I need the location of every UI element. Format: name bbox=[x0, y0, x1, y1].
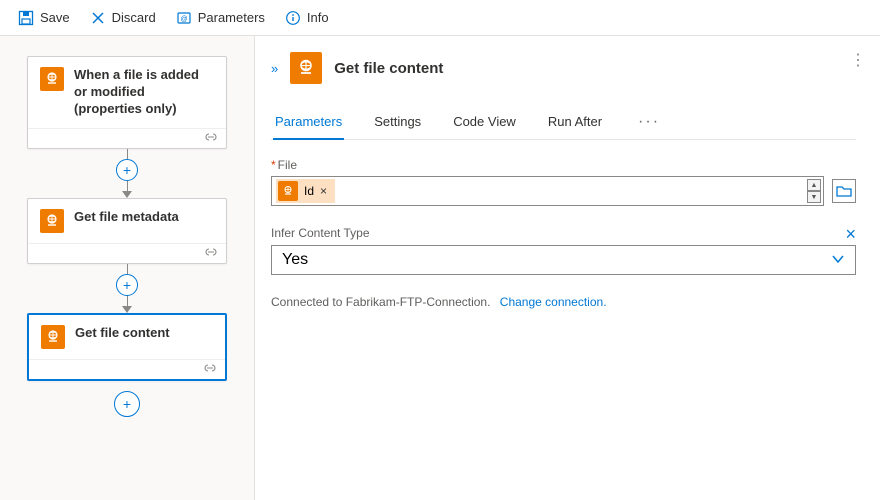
select-value: Yes bbox=[282, 251, 308, 269]
ftp-icon bbox=[290, 52, 322, 84]
link-icon bbox=[204, 244, 218, 262]
save-button[interactable]: Save bbox=[10, 6, 78, 30]
chevron-down-icon bbox=[831, 251, 845, 269]
parameters-button[interactable]: @ Parameters bbox=[168, 6, 273, 30]
ftp-icon bbox=[278, 181, 298, 201]
infer-select[interactable]: Yes bbox=[271, 245, 856, 275]
infer-field-label: Infer Content Type bbox=[271, 226, 370, 240]
ftp-icon bbox=[40, 209, 64, 233]
ftp-icon bbox=[41, 325, 65, 349]
tab-codeview[interactable]: Code View bbox=[451, 104, 518, 139]
add-action-button[interactable]: + bbox=[114, 391, 140, 417]
connector: + bbox=[16, 149, 238, 198]
link-icon bbox=[204, 129, 218, 147]
save-icon bbox=[18, 10, 34, 26]
node-title: Get file content bbox=[75, 325, 170, 342]
tab-runafter[interactable]: Run After bbox=[546, 104, 604, 139]
token-label: Id bbox=[304, 184, 314, 198]
spin-down[interactable]: ▼ bbox=[807, 191, 821, 203]
save-label: Save bbox=[40, 10, 70, 25]
workflow-node-trigger[interactable]: When a file is added or modified (proper… bbox=[27, 56, 227, 149]
node-title: Get file metadata bbox=[74, 209, 179, 226]
file-field-label: * File bbox=[271, 158, 856, 172]
details-panel: ⋮ » Get file content Parameters Settings… bbox=[255, 36, 880, 500]
token-remove[interactable]: × bbox=[320, 184, 327, 198]
spin-up[interactable]: ▲ bbox=[807, 179, 821, 191]
parameters-icon: @ bbox=[176, 10, 192, 26]
svg-text:@: @ bbox=[180, 16, 187, 23]
tab-settings[interactable]: Settings bbox=[372, 104, 423, 139]
workflow-node-content[interactable]: Get file content bbox=[27, 313, 227, 381]
close-icon bbox=[90, 10, 106, 26]
remove-field-button[interactable]: × bbox=[845, 224, 856, 245]
workflow-node-metadata[interactable]: Get file metadata bbox=[27, 198, 227, 264]
connector: + bbox=[16, 264, 238, 313]
toolbar: Save Discard @ Parameters Info bbox=[0, 0, 880, 36]
info-icon bbox=[285, 10, 301, 26]
tab-parameters[interactable]: Parameters bbox=[273, 104, 344, 139]
connection-info: Connected to Fabrikam-FTP-Connection. Ch… bbox=[271, 295, 856, 309]
discard-label: Discard bbox=[112, 10, 156, 25]
tabs-more[interactable]: ··· bbox=[632, 113, 666, 131]
file-input[interactable]: Id × ▲ ▼ bbox=[271, 176, 824, 206]
collapse-button[interactable]: » bbox=[271, 61, 278, 76]
connector-end: + bbox=[16, 381, 238, 417]
info-label: Info bbox=[307, 10, 329, 25]
required-asterisk: * bbox=[271, 158, 276, 172]
parameters-label: Parameters bbox=[198, 10, 265, 25]
info-button[interactable]: Info bbox=[277, 6, 337, 30]
ftp-icon bbox=[40, 67, 64, 91]
folder-picker-button[interactable] bbox=[832, 179, 856, 203]
workflow-canvas[interactable]: When a file is added or modified (proper… bbox=[0, 36, 255, 500]
add-action-button[interactable]: + bbox=[116, 159, 138, 181]
token-id[interactable]: Id × bbox=[276, 179, 335, 203]
change-connection-link[interactable]: Change connection. bbox=[500, 295, 607, 309]
add-action-button[interactable]: + bbox=[116, 274, 138, 296]
details-tabs: Parameters Settings Code View Run After … bbox=[271, 104, 856, 140]
node-title: When a file is added or modified (proper… bbox=[74, 67, 214, 118]
panel-more-button[interactable]: ⋮ bbox=[850, 50, 866, 70]
link-icon bbox=[203, 360, 217, 378]
details-title: Get file content bbox=[334, 60, 443, 77]
discard-button[interactable]: Discard bbox=[82, 6, 164, 30]
